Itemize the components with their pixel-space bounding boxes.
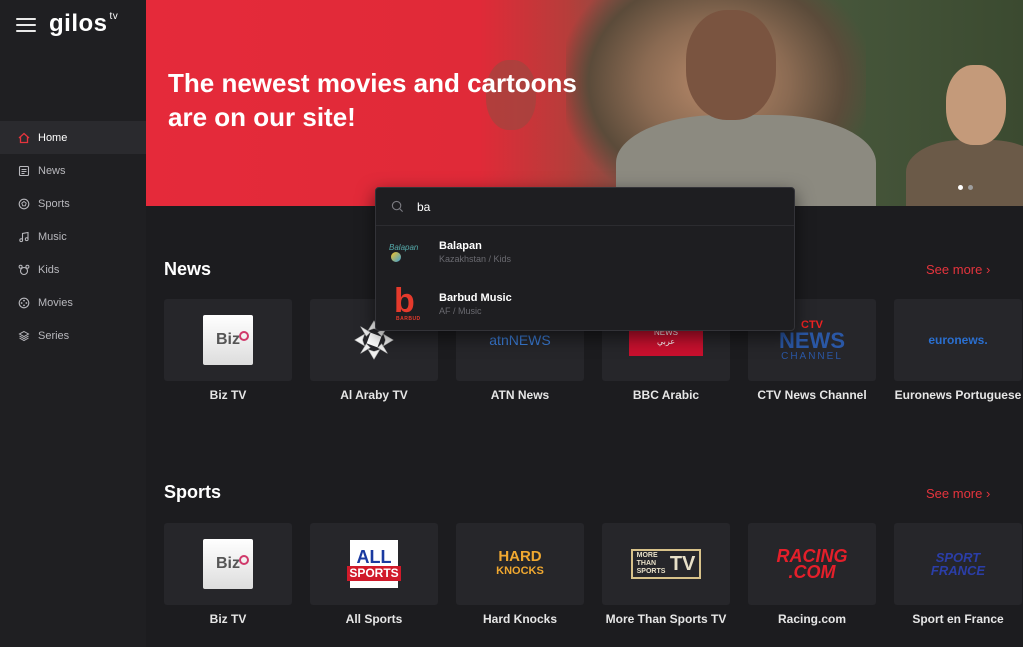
result-subtitle: Kazakhstan / Kids (439, 254, 512, 264)
sidebar-item-label: Home (38, 131, 68, 144)
carousel-dots (958, 185, 973, 190)
channel-name: BBC Arabic (632, 388, 700, 402)
channel-logo: SPORT FRANCE (894, 523, 1022, 605)
sports-icon (18, 198, 30, 210)
result-logo: b BARBUD (394, 282, 421, 322)
hero-figure (686, 10, 776, 120)
sidebar-item-movies[interactable]: Movies (0, 286, 146, 319)
channel-name: Euronews Portuguese (894, 388, 1022, 402)
sidebar-item-home[interactable]: Home (0, 121, 146, 154)
sidebar-item-label: News (38, 164, 66, 177)
see-more-sports-link[interactable]: See more › (926, 486, 990, 501)
channel-name: Sport en France (912, 612, 1004, 626)
search-icon (391, 200, 404, 213)
section-title-sports: Sports (164, 482, 222, 502)
channel-name: Racing.com (777, 612, 846, 626)
search-bar (376, 188, 794, 226)
channel-logo: Biz (164, 299, 292, 381)
news-icon (18, 165, 30, 177)
topbar: gilos tv (0, 0, 146, 56)
home-icon (18, 132, 30, 144)
sidebar-item-kids[interactable]: Kids (0, 253, 146, 286)
channel-name: More Than Sports TV (605, 612, 727, 626)
sidebar-item-label: Series (38, 329, 70, 342)
channel-name: Al Araby TV (340, 388, 408, 402)
hamburger-menu-icon[interactable] (16, 17, 36, 33)
channel-name: CTV News Channel (757, 388, 867, 402)
channel-card[interactable]: RACING .COM Racing.com (748, 523, 876, 627)
sidebar-item-label: Kids (38, 263, 60, 276)
result-subtitle: AF / Music (439, 306, 482, 316)
hero-title: The newest movies and cartoons are on ou… (168, 68, 577, 132)
channel-card[interactable]: MORE THAN SPORTS TV More Than Sports TV (602, 523, 730, 627)
movies-icon (18, 297, 30, 309)
channel-name: Biz TV (209, 388, 247, 402)
sidebar-nav: Home News Sports Music Kids Movies Serie… (0, 121, 146, 352)
channel-name: Biz TV (209, 612, 247, 626)
kids-icon (18, 264, 30, 276)
channel-card[interactable]: SPORT FRANCE Sport en France (894, 523, 1022, 627)
search-input[interactable] (417, 199, 757, 214)
sidebar-item-label: Movies (38, 296, 73, 309)
series-icon (18, 330, 30, 342)
channel-logo: Biz (164, 523, 292, 605)
carousel-dot[interactable] (968, 185, 973, 190)
sidebar-item-label: Music (38, 230, 67, 243)
hero-figure (946, 65, 1006, 145)
channel-logo: MORE THAN SPORTS TV (602, 523, 730, 605)
result-title: Balapan (439, 240, 482, 252)
result-title: Barbud Music (439, 292, 512, 304)
see-more-news-link[interactable]: See more › (926, 262, 990, 277)
barbud-logo-icon: b (394, 282, 415, 320)
section-title-news: News (164, 259, 212, 279)
search-result-item[interactable]: b BARBUD Barbud Music AF / Music (376, 278, 794, 330)
sidebar-item-series[interactable]: Series (0, 319, 146, 352)
channel-name: All Sports (345, 612, 403, 626)
channel-name: Hard Knocks (482, 612, 558, 626)
carousel-dot[interactable] (958, 185, 963, 190)
channel-card[interactable]: Biz Biz TV (164, 299, 292, 403)
search-dropdown: Balapan Balapan Kazakhstan / Kids bBARBU… (375, 187, 795, 331)
sidebar-item-music[interactable]: Music (0, 220, 146, 253)
brand-logo[interactable]: gilos tv (49, 10, 118, 38)
sidebar-item-sports[interactable]: Sports (0, 187, 146, 220)
channel-name: ATN News (490, 388, 550, 402)
channel-logo: HARD KNOCKS (456, 523, 584, 605)
channel-logo: RACING .COM (748, 523, 876, 605)
balapan-logo-icon (391, 251, 401, 262)
app: gilos tv Home News Sports Music Kids Mov… (0, 0, 1023, 647)
hero-banner[interactable]: The newest movies and cartoons are on ou… (146, 0, 1023, 206)
sidebar: gilos tv Home News Sports Music Kids Mov… (0, 0, 146, 647)
result-logo: Balapan (389, 232, 429, 272)
search-result-item[interactable]: Balapan Balapan Kazakhstan / Kids (376, 226, 794, 278)
channel-card[interactable]: euronews. Euronews Portuguese (894, 299, 1022, 403)
channel-card[interactable]: HARD KNOCKS Hard Knocks (456, 523, 584, 627)
hero-figure (906, 140, 1023, 206)
sports-channel-row: Biz Biz TV ALL SPORTS All Sports HARD KNOC… (164, 523, 1022, 627)
sidebar-item-news[interactable]: News (0, 154, 146, 187)
channel-logo: euronews. (894, 299, 1022, 381)
channel-card[interactable]: ALL SPORTS All Sports (310, 523, 438, 627)
music-icon (18, 231, 30, 243)
channel-card[interactable]: Biz Biz TV (164, 523, 292, 627)
channel-logo: ALL SPORTS (310, 523, 438, 605)
sidebar-item-label: Sports (38, 197, 70, 210)
